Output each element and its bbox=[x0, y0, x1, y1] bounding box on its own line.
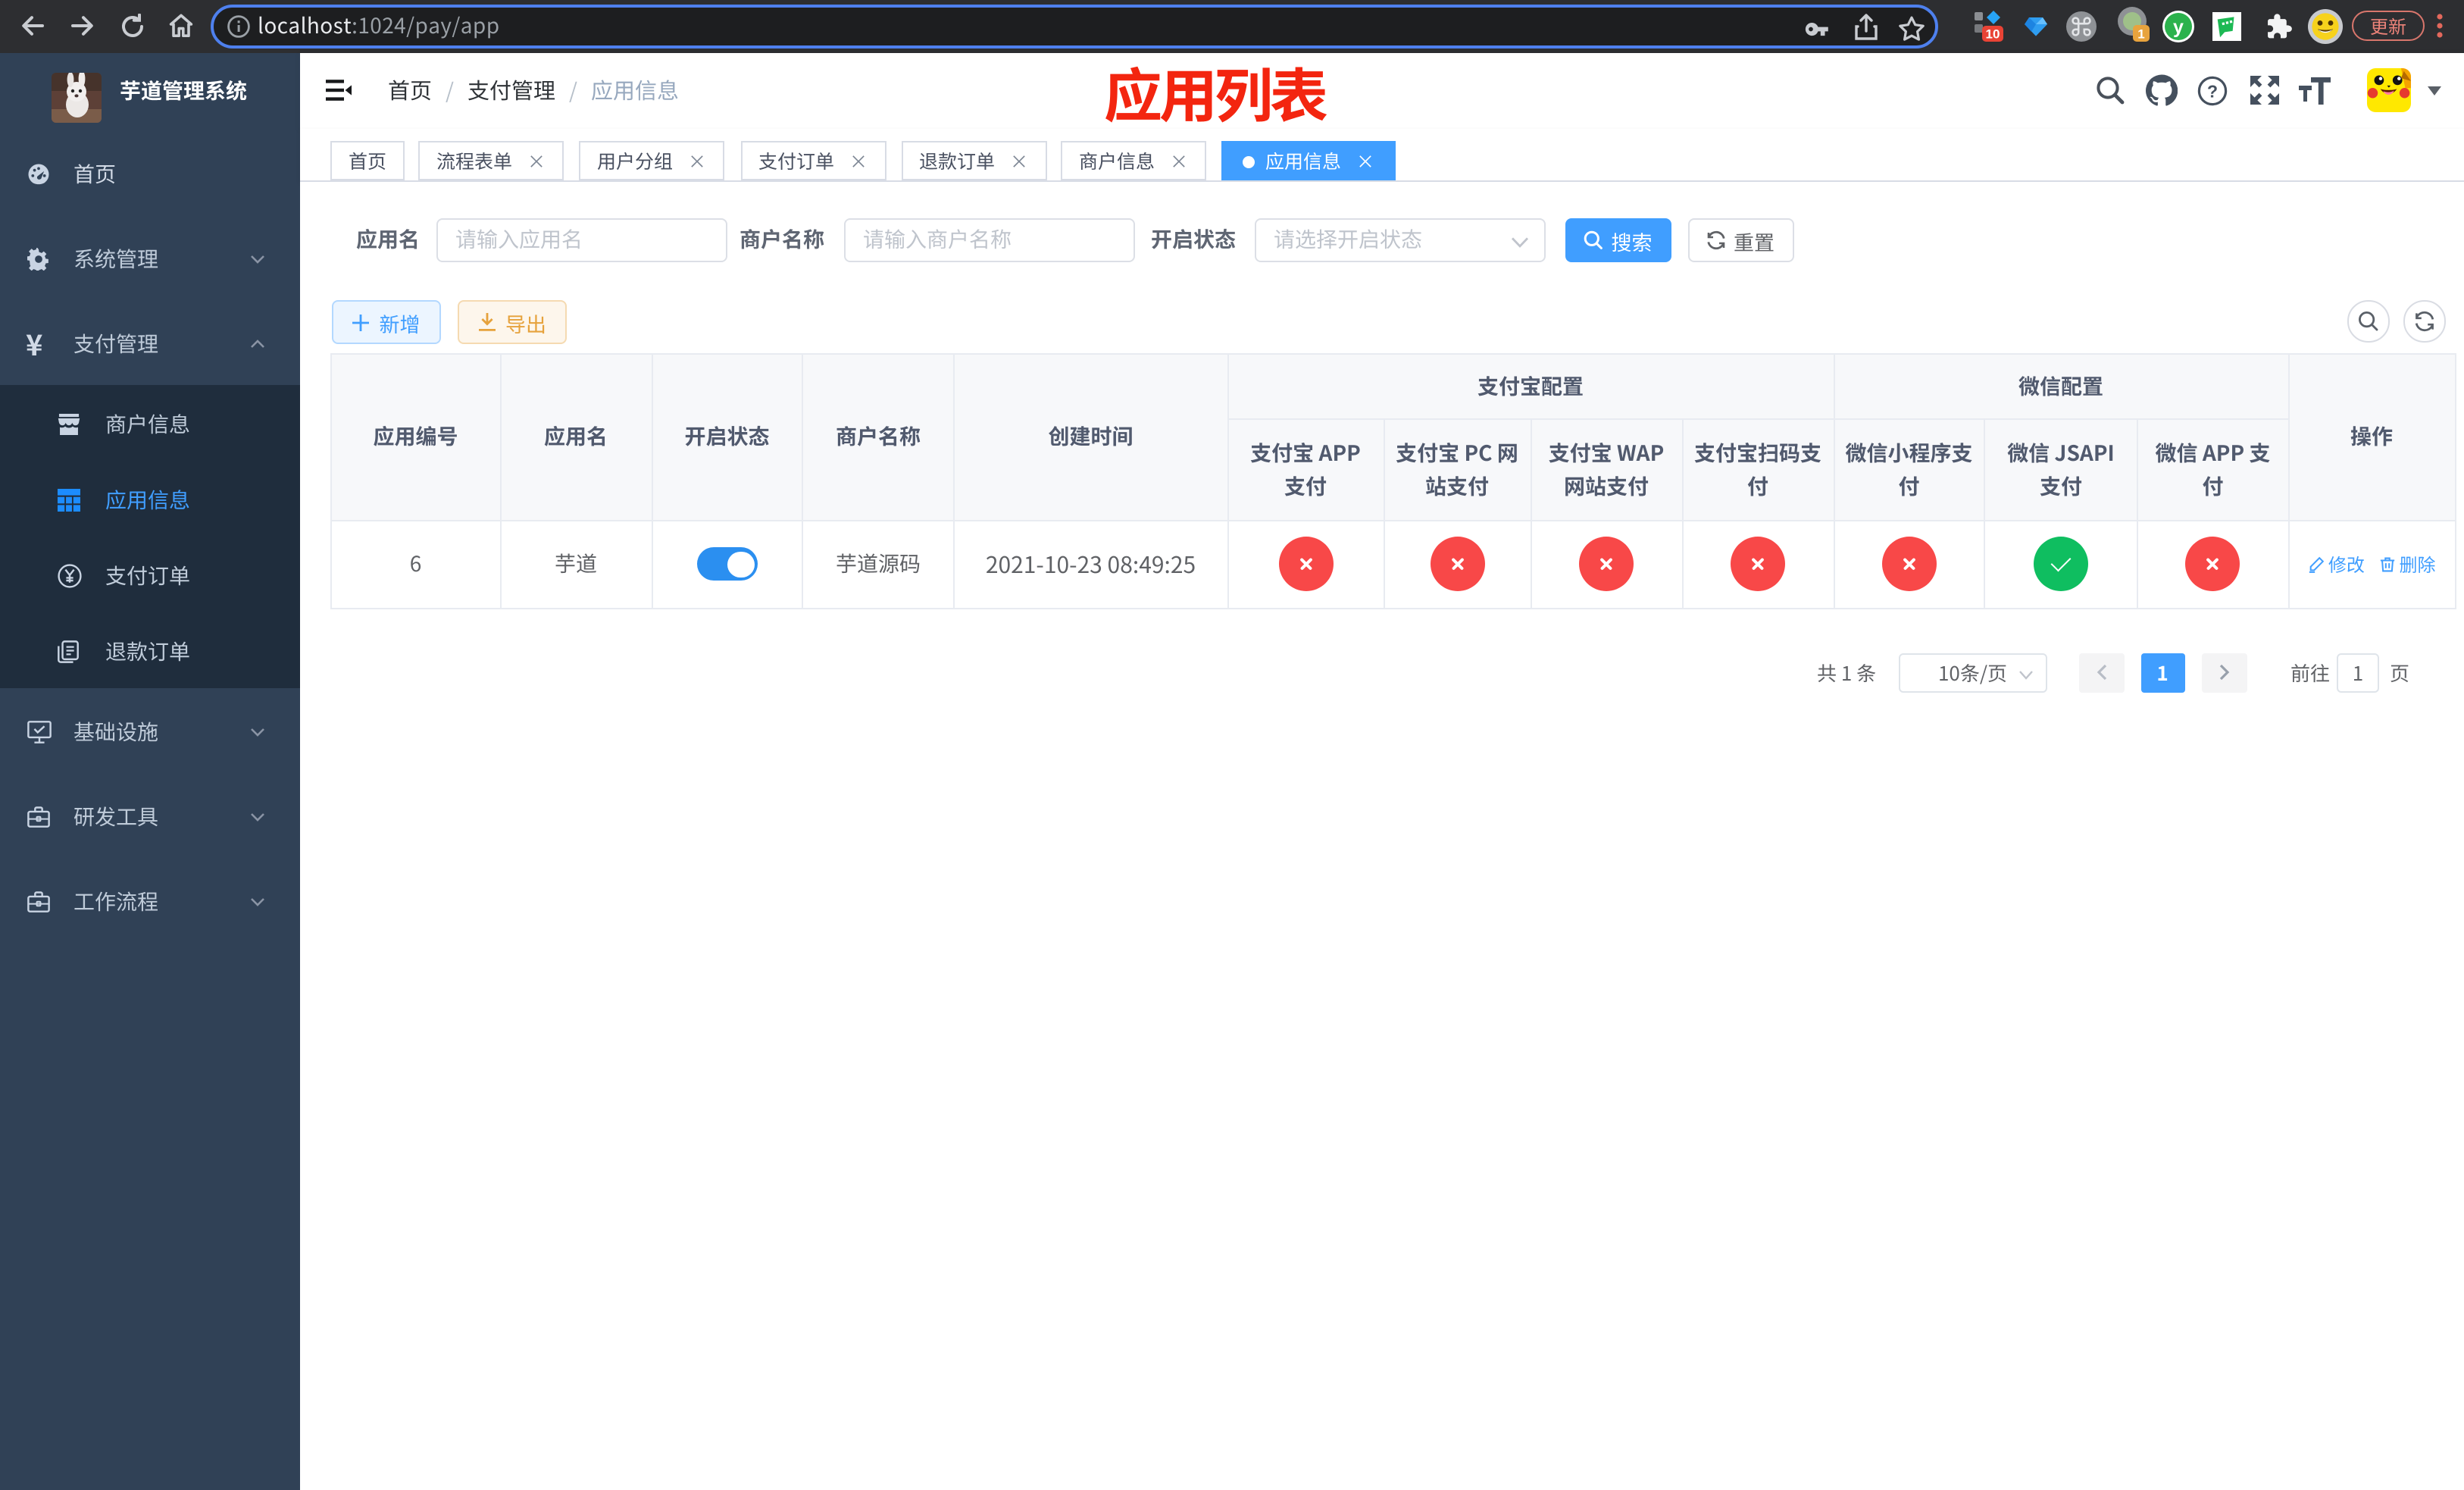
svg-text:y: y bbox=[2172, 17, 2183, 38]
svg-text:10: 10 bbox=[1986, 27, 2000, 42]
svg-text:?: ? bbox=[2207, 81, 2218, 101]
svg-text:1: 1 bbox=[2137, 27, 2144, 42]
